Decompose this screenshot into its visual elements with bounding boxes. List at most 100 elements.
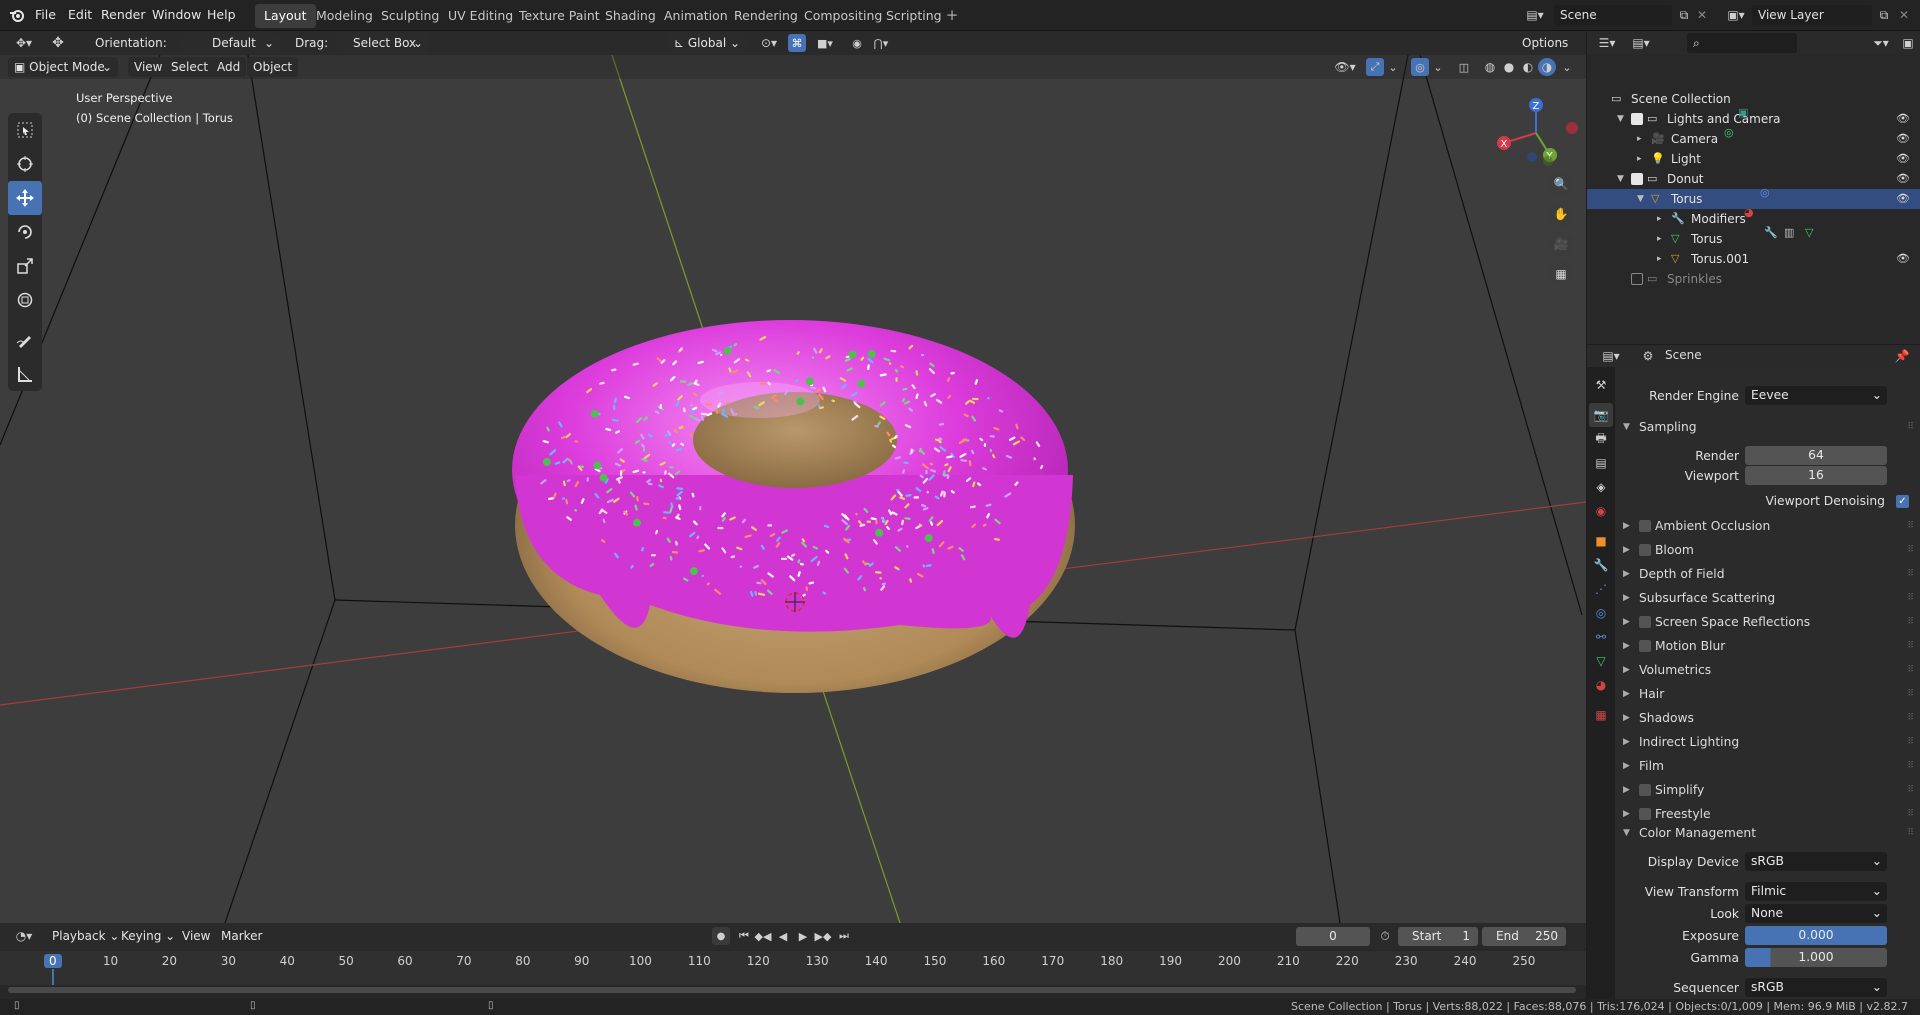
output-tab-icon[interactable]: 🖶 <box>1589 427 1613 451</box>
new-view-layer-icon[interactable]: ⧉ <box>1876 6 1892 24</box>
rendered-shading-icon[interactable]: ◑ <box>1538 58 1556 76</box>
drag-handle-icon[interactable]: ⠿ <box>1907 635 1914 657</box>
constraints-tab-icon[interactable]: ⚯ <box>1589 625 1613 649</box>
move-tool-icon[interactable]: ✥ <box>48 34 68 52</box>
filter-icon[interactable]: ⏷▾ <box>1867 34 1895 52</box>
display-mode-icon[interactable]: ▤▾ <box>1627 34 1655 52</box>
menu-window[interactable]: Window <box>152 7 201 22</box>
collapsed-arrow-icon[interactable]: ▸ <box>1657 249 1662 269</box>
pin-icon[interactable]: 📌 <box>1893 347 1911 365</box>
drag-handle-icon[interactable]: ⠿ <box>1907 731 1914 753</box>
snap-target-icon[interactable]: ■▾ <box>810 34 840 52</box>
collapsed-arrow-icon[interactable]: ▸ <box>1637 129 1642 149</box>
drag-handle-icon[interactable]: ⠿ <box>1907 822 1914 844</box>
outliner-row[interactable]: ▸ 🎥 Camera 👁 <box>1587 129 1920 149</box>
outliner-row[interactable]: ▸ ▽ Torus <box>1587 229 1920 249</box>
panel-enable-checkbox[interactable] <box>1639 616 1651 628</box>
rotate-tool-icon[interactable] <box>8 215 42 249</box>
panel-subsurface-scattering[interactable]: ▶ Subsurface Scattering ⠿ <box>1615 587 1920 609</box>
visibility-eye-icon[interactable]: 👁 <box>1896 189 1910 209</box>
prev-keyframe-icon[interactable]: ◆◀ <box>754 927 772 945</box>
play-reverse-icon[interactable]: ◀ <box>775 927 791 945</box>
play-icon[interactable]: ▶ <box>795 927 811 945</box>
keying-menu[interactable]: Keying ⌄ <box>115 926 181 946</box>
outliner-search-input[interactable]: ⌕ <box>1687 33 1797 53</box>
world-tab-icon[interactable]: ◉ <box>1589 499 1613 523</box>
outliner-row[interactable]: ▼ ▭ Lights and Camera 👁 <box>1587 109 1920 129</box>
record-icon[interactable]: ● <box>712 927 730 945</box>
drag-handle-icon[interactable]: ⠿ <box>1907 779 1914 801</box>
panel-enable-checkbox[interactable] <box>1639 544 1651 556</box>
transform-tool-icon[interactable] <box>8 283 42 317</box>
expanded-arrow-icon[interactable]: ▼ <box>1637 189 1644 209</box>
panel-film[interactable]: ▶ Film ⠿ <box>1615 755 1920 777</box>
visibility-eye-icon[interactable]: 👁 <box>1896 129 1910 149</box>
material-tab-icon[interactable]: ◕ <box>1589 673 1613 697</box>
look-dropdown[interactable]: None ⌄ <box>1745 904 1887 923</box>
select-box-icon[interactable] <box>8 113 42 147</box>
options-dropdown[interactable]: Options ⌄ <box>1516 33 1580 70</box>
jump-start-icon[interactable]: ⏮ <box>736 927 752 945</box>
view-layer-tab-icon[interactable]: ▤ <box>1589 451 1613 475</box>
tool-tab-icon[interactable]: ⚒ <box>1589 373 1613 397</box>
3d-viewport[interactable]: ▣ Object Mode ⌄ View Select Add Object 👁▾… <box>0 55 1586 923</box>
pivot-icon[interactable]: ⊙▾ <box>754 34 784 52</box>
tab-sculpting[interactable]: Sculpting <box>372 4 448 28</box>
overlay-dropdown-icon[interactable]: ⌄ <box>1431 58 1445 76</box>
playback-menu[interactable]: Playback ⌄ <box>46 926 125 946</box>
panel-simplify[interactable]: ▶ Simplify ⠿ <box>1615 779 1920 801</box>
drag-handle-icon[interactable]: ⠿ <box>1907 539 1914 561</box>
scene-icon[interactable]: ▤▾ <box>1525 6 1545 24</box>
object-tab-icon[interactable]: ■ <box>1589 529 1613 553</box>
delete-view-layer-icon[interactable]: ✕ <box>1896 6 1912 24</box>
particles-tab-icon[interactable]: ⋰ <box>1589 577 1613 601</box>
physics-tab-icon[interactable]: ◎ <box>1589 601 1613 625</box>
solid-shading-icon[interactable]: ● <box>1500 58 1518 76</box>
annotate-tool-icon[interactable] <box>8 323 42 357</box>
scene-tab-icon[interactable]: ◈ <box>1589 475 1613 499</box>
scale-tool-icon[interactable] <box>8 249 42 283</box>
falloff-icon[interactable]: ⋂▾ <box>866 34 896 52</box>
editor-type-icon[interactable]: ◔▾ <box>10 927 38 945</box>
menu-edit[interactable]: Edit <box>68 7 92 22</box>
panel-volumetrics[interactable]: ▶ Volumetrics ⠿ <box>1615 659 1920 681</box>
start-frame-field[interactable]: Start 1 <box>1398 927 1478 946</box>
mode-dropdown[interactable]: ▣ Object Mode ⌄ <box>8 57 118 77</box>
stopwatch-icon[interactable]: ⏱ <box>1376 927 1394 945</box>
data-tab-icon[interactable]: ▽ <box>1589 649 1613 673</box>
panel-shadows[interactable]: ▶ Shadows ⠿ <box>1615 707 1920 729</box>
shading-dropdown-icon[interactable]: ⌄ <box>1560 58 1574 76</box>
add-workspace-icon[interactable]: + <box>944 6 960 24</box>
collapsed-arrow-icon[interactable]: ▸ <box>1657 209 1662 229</box>
modifier-tab-icon[interactable]: 🔧 <box>1589 553 1613 577</box>
scene-field[interactable]: Scene <box>1554 5 1672 25</box>
drag-handle-icon[interactable]: ⠿ <box>1907 755 1914 777</box>
panel-ambient-occlusion[interactable]: ▶ Ambient Occlusion ⠿ <box>1615 515 1920 537</box>
menu-render[interactable]: Render <box>101 7 146 22</box>
viewport-denoising-checkbox[interactable]: ✓ <box>1896 495 1909 508</box>
drag-dropdown[interactable]: Select Box ⌄ <box>337 33 429 53</box>
drag-handle-icon[interactable]: ⠿ <box>1907 611 1914 633</box>
timeline-view-menu[interactable]: View <box>176 926 216 946</box>
editor-type-icon[interactable]: ✥▾ <box>10 34 38 52</box>
drag-handle-icon[interactable]: ⠿ <box>1907 416 1914 438</box>
overlay-toggle-icon[interactable]: ◎ <box>1411 58 1429 76</box>
proportional-edit-icon[interactable]: ◉ <box>848 34 866 52</box>
panel-enable-checkbox[interactable] <box>1639 640 1651 652</box>
menu-file[interactable]: File <box>35 7 56 22</box>
outliner-row[interactable]: ▼ ▭ Donut 👁 <box>1587 169 1920 189</box>
viewport-samples-field[interactable]: 16 <box>1745 466 1887 485</box>
drag-handle-icon[interactable]: ⠿ <box>1907 707 1914 729</box>
panel-indirect-lighting[interactable]: ▶ Indirect Lighting ⠿ <box>1615 731 1920 753</box>
drag-handle-icon[interactable]: ⠿ <box>1907 659 1914 681</box>
wireframe-shading-icon[interactable]: ◍ <box>1481 58 1499 76</box>
collapsed-arrow-icon[interactable]: ▸ <box>1637 149 1642 169</box>
expanded-arrow-icon[interactable]: ▼ <box>1617 109 1624 129</box>
drag-handle-icon[interactable]: ⠿ <box>1907 683 1914 705</box>
perspective-toggle-icon[interactable]: ▦ <box>1548 261 1574 287</box>
orientation-dropdown[interactable]: Default ⌄ <box>182 33 280 53</box>
frame-ruler[interactable]: 0 10 20 30 40 50 60 70 80 90 100 110 120 130 140 150 160… <box>0 951 1586 985</box>
xray-icon[interactable]: ◫ <box>1455 58 1473 76</box>
pan-hand-icon[interactable]: ✋ <box>1548 201 1574 227</box>
panel-enable-checkbox[interactable] <box>1639 520 1651 532</box>
